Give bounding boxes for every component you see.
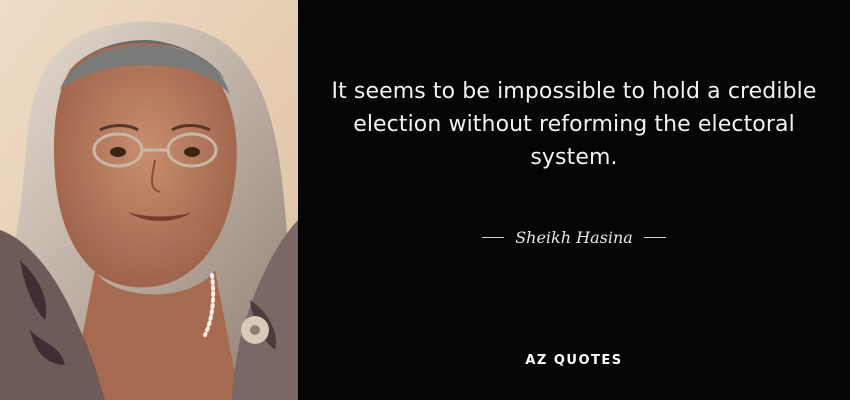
attribution-dash-left — [482, 236, 505, 238]
portrait-image — [0, 0, 298, 400]
author-attribution: Sheikh Hasina — [298, 224, 850, 250]
logo-text: AZ QUOTES — [525, 352, 623, 368]
quote-card: It seems to be impossible to hold a cred… — [0, 0, 850, 400]
quote-panel: It seems to be impossible to hold a cred… — [298, 0, 850, 400]
azquotes-logo[interactable]: AZ QUOTES — [298, 350, 850, 370]
quote-text: It seems to be impossible to hold a cred… — [331, 79, 817, 170]
attribution-dash-right — [643, 236, 666, 238]
author-portrait — [0, 0, 298, 400]
author-name[interactable]: Sheikh Hasina — [515, 228, 633, 247]
